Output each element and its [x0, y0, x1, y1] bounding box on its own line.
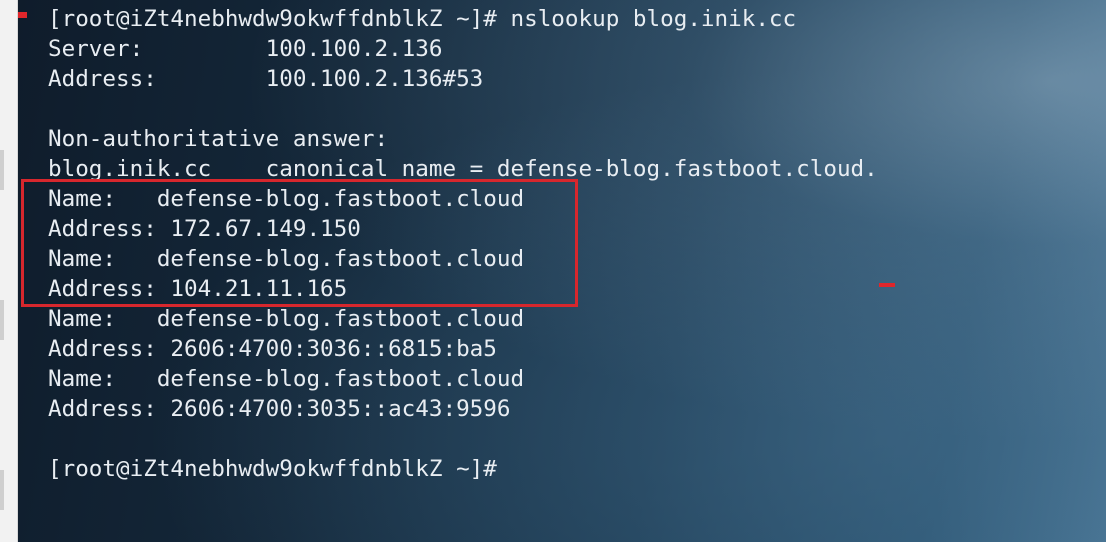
terminal-line-command: [root@iZt4nebhwdw9okwffdnblkZ ~]# nslook… [48, 6, 797, 32]
terminal-line-blank [48, 424, 878, 454]
terminal-line-name: Name: defense-blog.fastboot.cloud [48, 306, 525, 332]
edge-tick [0, 150, 4, 190]
terminal-window[interactable]: [root@iZt4nebhwdw9okwffdnblkZ ~]# nslook… [18, 0, 1106, 542]
terminal-line-address: Address: 172.67.149.150 [48, 216, 361, 242]
terminal-line-address: Address: 104.21.11.165 [48, 276, 348, 302]
terminal-line-name: Name: defense-blog.fastboot.cloud [48, 246, 525, 272]
annotation-mark [18, 12, 27, 18]
terminal-line-name: Name: defense-blog.fastboot.cloud [48, 186, 525, 212]
terminal-line-server: Server: 100.100.2.136 [48, 36, 443, 62]
terminal-line-cname: blog.inik.cc canonical name = defense-bl… [48, 156, 878, 182]
edge-tick [0, 470, 4, 510]
terminal-line-address: Address: 2606:4700:3036::6815:ba5 [48, 336, 497, 362]
left-window-edge [0, 0, 18, 542]
terminal-line-blank [48, 94, 878, 124]
annotation-mark [879, 283, 895, 287]
terminal-line-server-address: Address: 100.100.2.136#53 [48, 66, 484, 92]
terminal-line-prompt[interactable]: [root@iZt4nebhwdw9okwffdnblkZ ~]# [48, 454, 878, 484]
terminal-output: [root@iZt4nebhwdw9okwffdnblkZ ~]# nslook… [48, 4, 878, 484]
edge-tick [0, 300, 4, 340]
terminal-line-address: Address: 2606:4700:3035::ac43:9596 [48, 396, 511, 422]
terminal-line-name: Name: defense-blog.fastboot.cloud [48, 366, 525, 392]
terminal-line-nonauth: Non-authoritative answer: [48, 126, 389, 152]
